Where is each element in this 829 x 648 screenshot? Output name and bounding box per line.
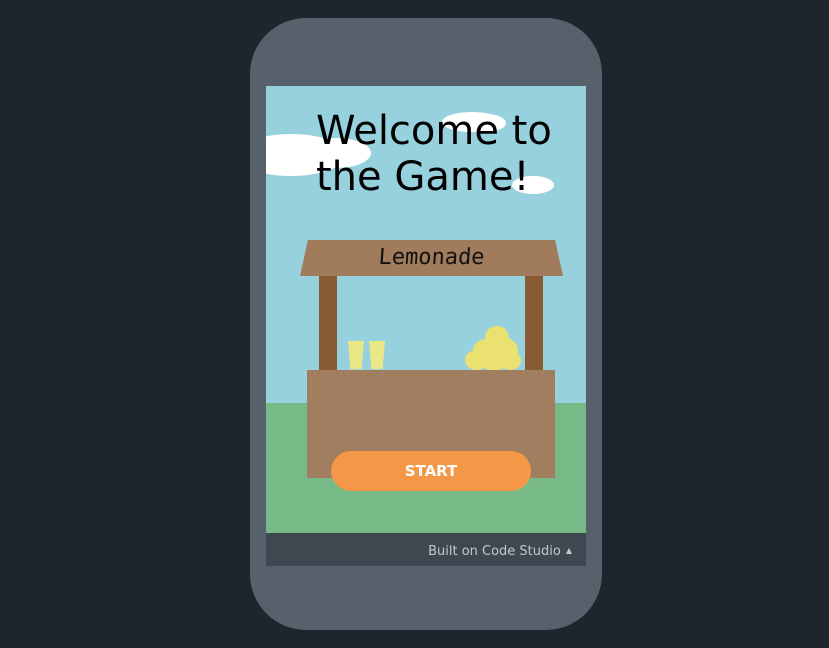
caret-up-icon: ▲ — [565, 546, 572, 555]
built-on-code-studio-link[interactable]: Built on Code Studio ▲ — [428, 533, 572, 566]
built-on-label: Built on Code Studio — [428, 544, 561, 559]
page-title: Welcome to the Game! — [316, 108, 552, 200]
start-button[interactable]: START — [331, 451, 531, 491]
stand-post-left — [319, 276, 337, 372]
stand-sign: Lemonade — [377, 245, 486, 270]
game-canvas[interactable]: Welcome to the Game! Lemonade START — [266, 86, 586, 533]
cup-icon — [348, 341, 364, 369]
footer-bar: Built on Code Studio ▲ — [266, 533, 586, 566]
stand-post-right — [525, 276, 543, 372]
lemon-icon — [499, 351, 521, 370]
cup-icon — [369, 341, 385, 369]
